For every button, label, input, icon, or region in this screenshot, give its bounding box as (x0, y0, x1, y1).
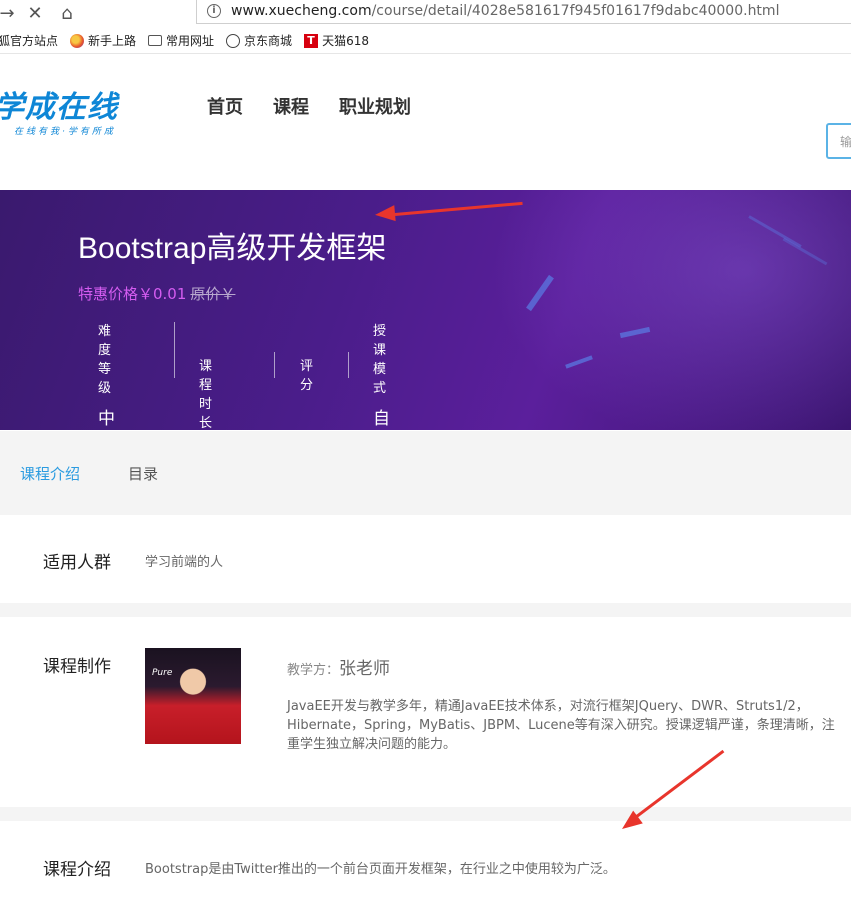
url-text: www.xuecheng.com/course/detail/4028e5816… (231, 2, 780, 19)
nav-courses[interactable]: 课程 (273, 93, 309, 119)
bookmark-item[interactable]: 京东商城 (226, 32, 292, 49)
nav-home[interactable]: 首页 (207, 93, 243, 119)
meta-divider (348, 352, 349, 378)
main-nav: 首页 课程 职业规划 (207, 93, 441, 119)
course-title: Bootstrap高级开发框架 (78, 232, 387, 265)
section-title: 适用人群 (43, 553, 111, 573)
annotation-arrowhead (374, 205, 396, 223)
tab-intro[interactable]: 课程介绍 (20, 463, 80, 484)
meta-label: 授课模式 (373, 324, 387, 396)
bookmark-item[interactable]: T 天猫618 (304, 32, 369, 49)
section-title: 课程制作 (43, 657, 111, 677)
info-icon[interactable]: i (207, 3, 221, 18)
section-divider (0, 807, 851, 821)
teacher-avatar: Pure (145, 648, 241, 744)
close-icon[interactable]: ✕ (24, 2, 46, 24)
teacher-name-value: 张老师 (339, 659, 391, 679)
maker-section: 课程制作 Pure 教学方：张老师 JavaEE开发与教学多年，精通JavaEE… (0, 617, 851, 807)
back-icon[interactable]: → (0, 2, 18, 24)
bookmarks-bar: 狐官方站点 新手上路 常用网址 京东商城 T 天猫618 (0, 28, 851, 54)
tmall-icon: T (304, 33, 319, 48)
meta-label: 评分 (300, 359, 314, 393)
meta-rating: 评分 (300, 355, 313, 415)
banner-glow (491, 190, 851, 430)
bookmark-label: 狐官方站点 (0, 34, 59, 48)
sale-price: 特惠价格￥0.01 (78, 285, 187, 303)
bookmark-item[interactable]: 狐官方站点 (0, 32, 58, 49)
search-input[interactable]: 输 (826, 123, 851, 159)
section-divider (0, 603, 851, 617)
course-banner: Bootstrap高级开发框架 特惠价格￥0.01原价￥ 难度等级 中级 课程时… (0, 190, 851, 430)
photo-label: Pure (152, 668, 173, 678)
intro-text: Bootstrap是由Twitter推出的一个前台页面开发框架，在行业之中使用较… (145, 862, 616, 877)
browser-toolbar: → ✕ ⌂ i www.xuecheng.com/course/detail/4… (0, 0, 851, 28)
teacher-name: 教学方：张老师 (287, 654, 390, 679)
logo-slogan: 在线有我·学有所成 (14, 127, 116, 137)
tab-catalog[interactable]: 目录 (128, 463, 158, 484)
audience-section: 适用人群 学习前端的人 (0, 515, 851, 603)
logo-text: 学成在线 (0, 90, 118, 125)
audience-text: 学习前端的人 (145, 555, 224, 570)
bookmark-label: 天猫618 (322, 34, 369, 48)
bookmark-item[interactable]: 新手上路 (70, 32, 136, 49)
meta-value: 中级 (98, 409, 115, 429)
folder-icon (148, 35, 163, 46)
course-tabs: 课程介绍 目录 (0, 431, 851, 515)
nav-career[interactable]: 职业规划 (339, 93, 411, 119)
site-header: 学成在线 在线有我·学有所成 首页 课程 职业规划 输 (0, 55, 851, 190)
bookmark-label: 新手上路 (88, 34, 137, 48)
bookmark-label: 常用网址 (166, 34, 215, 48)
meta-divider (174, 322, 175, 378)
meta-label: 课程时长 (199, 359, 213, 430)
meta-difficulty: 难度等级 中级 (98, 320, 115, 429)
meta-value: 自由学习 (373, 409, 390, 429)
course-price: 特惠价格￥0.01 原价￥ (78, 283, 235, 304)
meta-divider (274, 352, 275, 378)
bookmark-label: 京东商城 (244, 34, 293, 48)
meta-mode: 授课模式 自由学习 (373, 320, 390, 429)
address-bar[interactable]: i www.xuecheng.com/course/detail/4028e58… (196, 0, 851, 24)
bookmark-item[interactable]: 常用网址 (148, 32, 214, 49)
firefox-icon (70, 33, 85, 48)
original-price: 原价￥ (190, 285, 236, 303)
globe-icon (226, 33, 241, 48)
teacher-bio: JavaEE开发与教学多年，精通JavaEE技术体系，对流行框架JQuery、D… (287, 699, 835, 752)
teacher-prefix: 教学方： (287, 663, 340, 678)
home-icon[interactable]: ⌂ (56, 2, 78, 24)
intro-section: 课程介绍 Bootstrap是由Twitter推出的一个前台页面开发框架，在行业… (0, 821, 851, 897)
section-title: 课程介绍 (43, 860, 111, 880)
site-logo[interactable]: 学成在线 在线有我·学有所成 (0, 82, 118, 137)
meta-duration: 课程时长 (199, 355, 212, 430)
meta-label: 难度等级 (98, 324, 112, 396)
